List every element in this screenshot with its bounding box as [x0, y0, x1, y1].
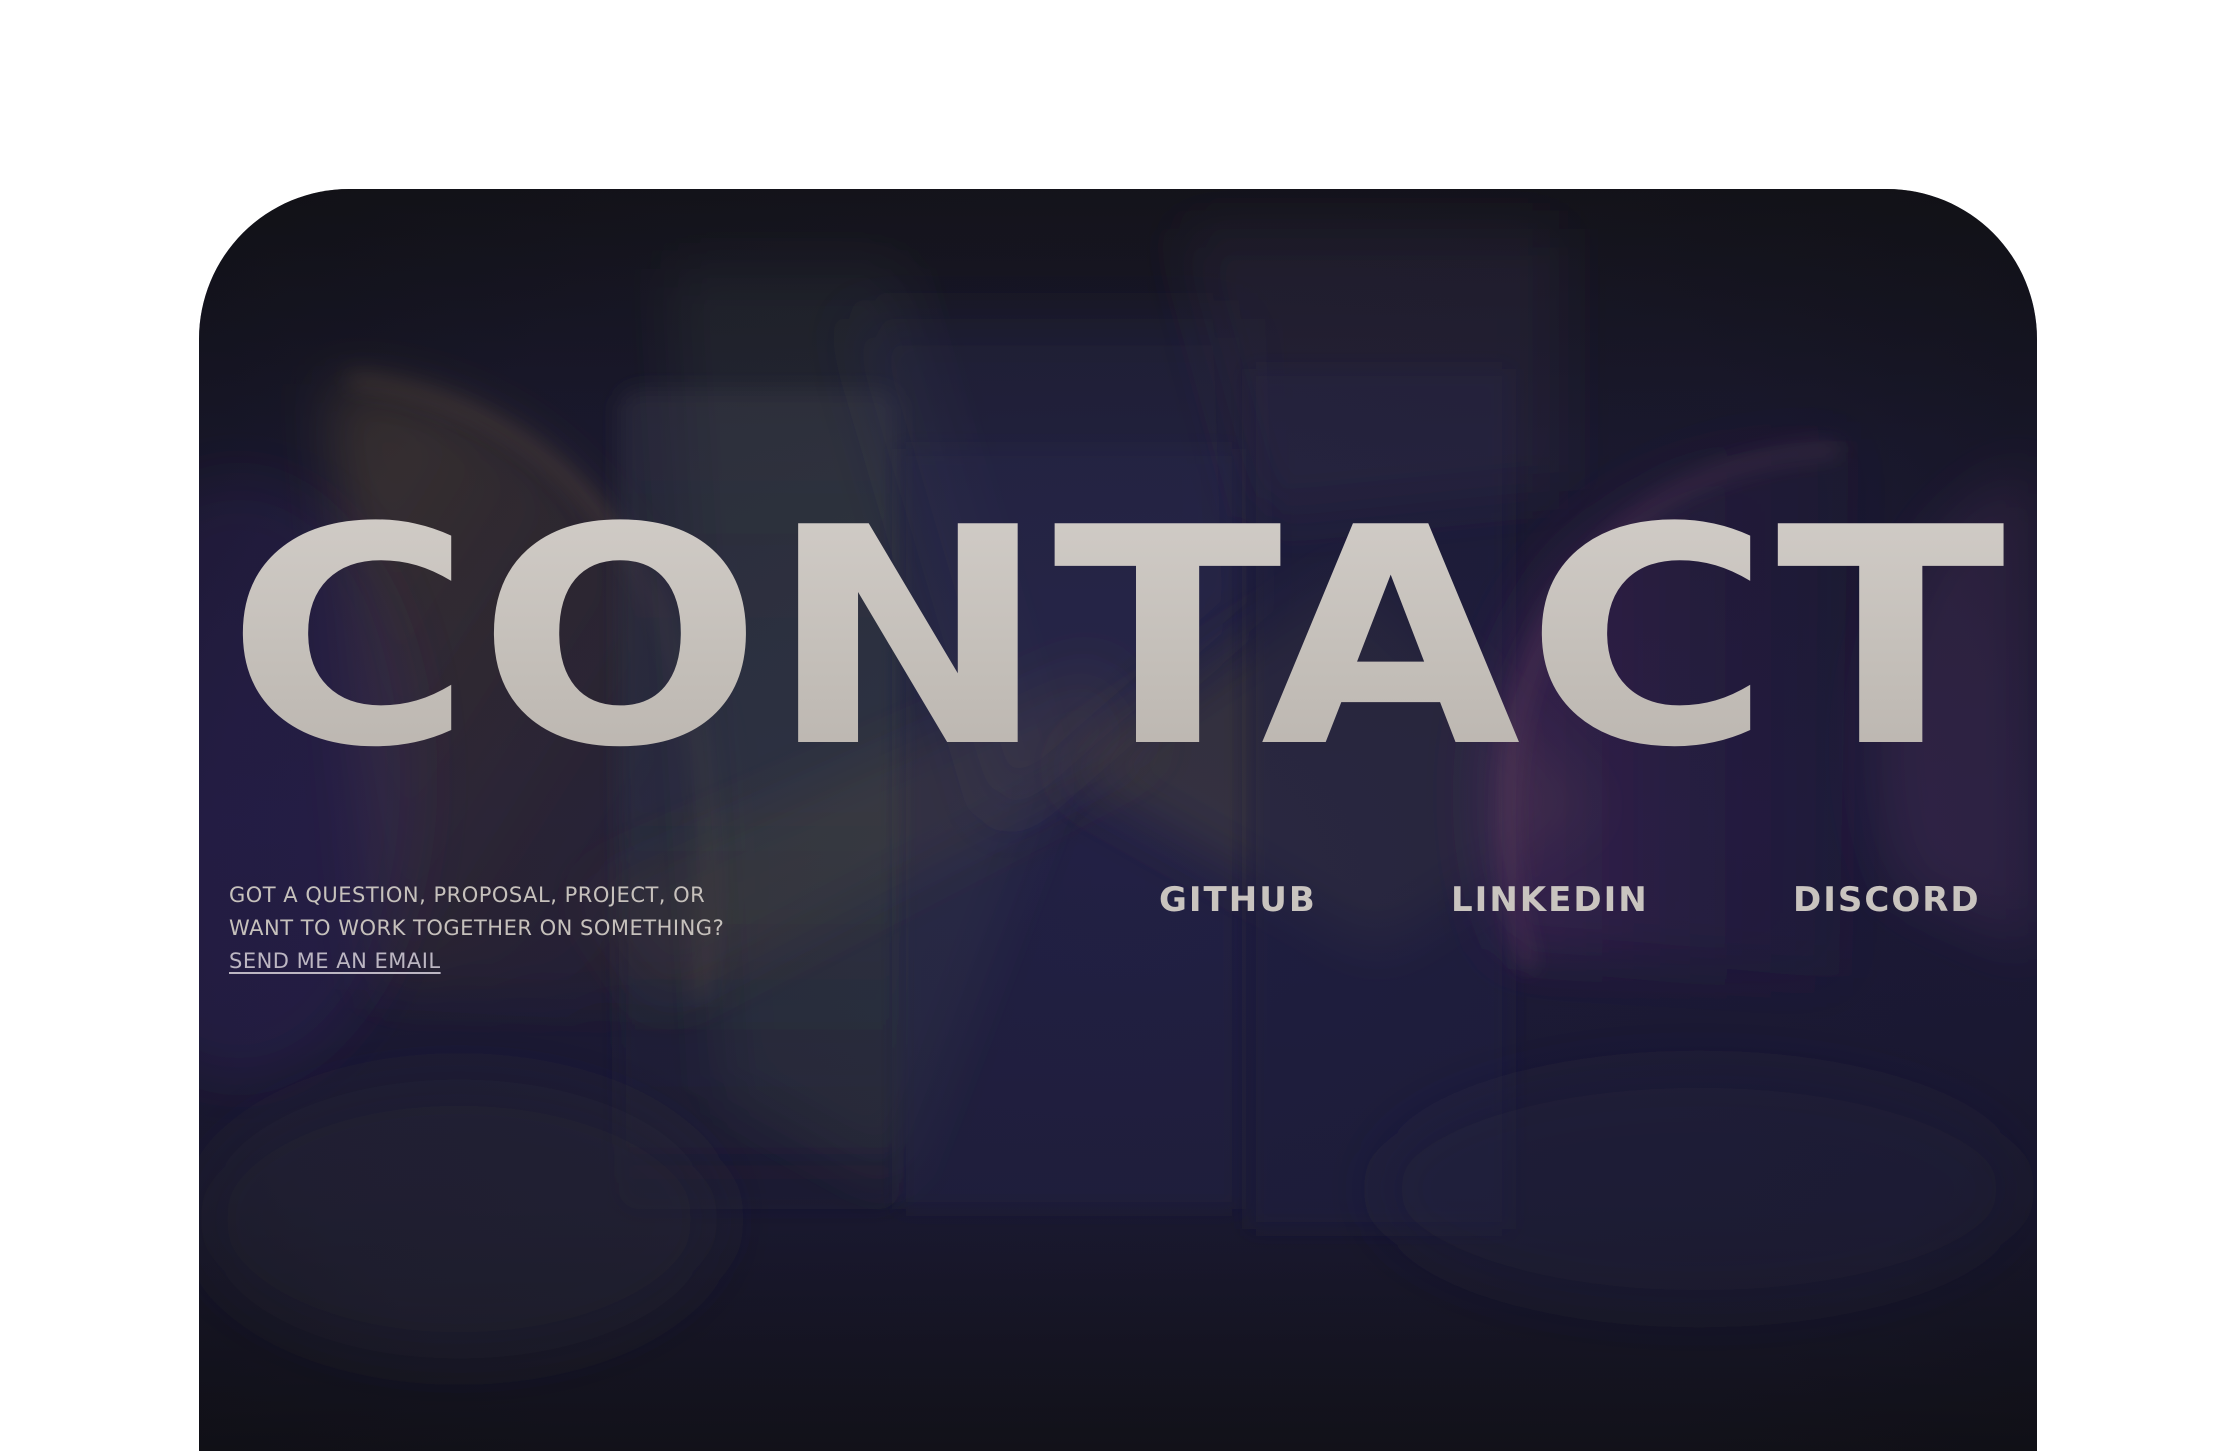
background-overlay — [199, 189, 2037, 1451]
linkedin-link[interactable]: LINKEDIN — [1451, 877, 1649, 923]
contact-intro: GOT A QUESTION, PROPOSAL, PROJECT, OR WA… — [229, 879, 849, 978]
send-email-link[interactable]: SEND ME AN EMAIL — [229, 945, 441, 978]
intro-text-line-1: GOT A QUESTION, PROPOSAL, PROJECT, OR — [229, 883, 706, 907]
background-abstract-shapes — [199, 189, 2037, 1451]
discord-link[interactable]: DISCORD — [1793, 877, 1981, 923]
github-link[interactable]: GITHUB — [1159, 877, 1317, 923]
page-title: CONTACT — [199, 489, 2037, 789]
intro-text-line-2: WANT TO WORK TOGETHER ON SOMETHING? — [229, 916, 725, 940]
contact-section: CONTACT GOT A QUESTION, PROPOSAL, PROJEC… — [199, 189, 2037, 1451]
page: CONTACT GOT A QUESTION, PROPOSAL, PROJEC… — [0, 0, 2235, 1451]
